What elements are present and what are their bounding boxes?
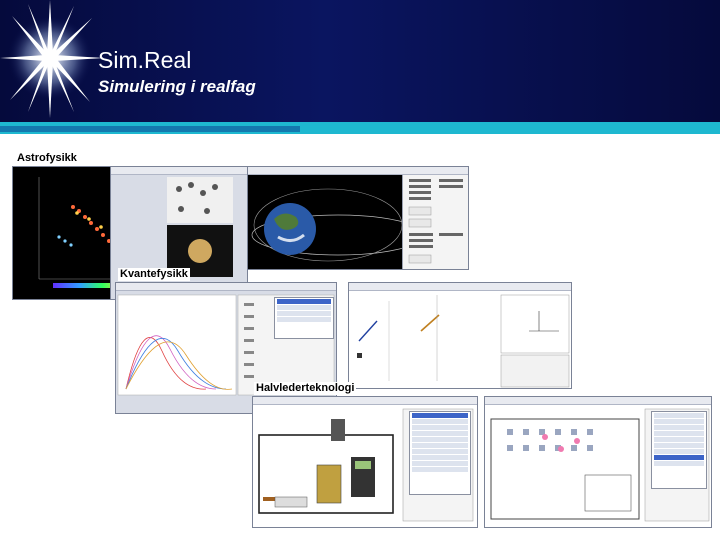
header-divider-shadow: [0, 126, 300, 132]
circuit-component-list[interactable]: [409, 411, 471, 495]
quantum-scenario-list[interactable]: [274, 297, 334, 339]
starburst-logo-icon: [0, 0, 104, 118]
earth-orbit-image: [248, 175, 402, 269]
panel-label-kvantefysikk: Kvantefysikk: [118, 268, 190, 281]
semiconductor-crystal-window: [484, 396, 712, 528]
panel-label-halvlederteknologi: Halvlederteknologi: [254, 382, 357, 395]
slide-title: Sim.Real: [98, 47, 192, 73]
slide-subtitle: Simulering i realfag: [98, 77, 256, 96]
quantum-optics-window: [348, 282, 572, 389]
crystal-material-list[interactable]: [651, 411, 707, 489]
astro-orbit-window: [247, 166, 469, 270]
optics-simulation-image: [357, 294, 570, 388]
orbit-controls-panel: [402, 175, 468, 269]
semiconductor-circuit-window: [252, 396, 478, 528]
panel-label-astrofysikk: Astrofysikk: [15, 152, 79, 165]
slide-header: Sim.Real Simulering i realfag: [0, 0, 720, 122]
